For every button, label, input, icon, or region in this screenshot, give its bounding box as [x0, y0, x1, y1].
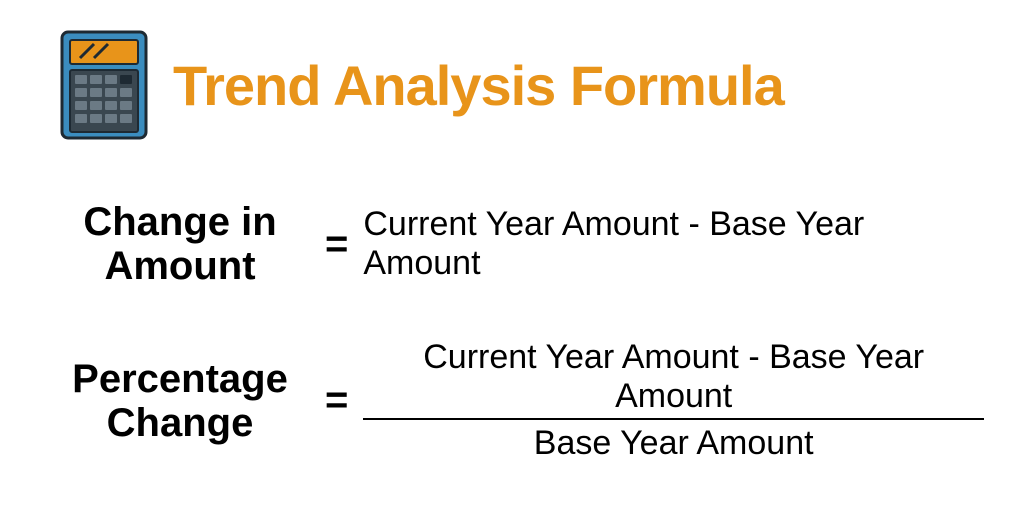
formula-expression: Current Year Amount - Base Year Amount [363, 205, 984, 283]
formula-fraction: Current Year Amount - Base Year Amount B… [363, 338, 984, 463]
fraction-denominator: Base Year Amount [534, 420, 814, 463]
calculator-icon [60, 30, 148, 140]
equals-sign: = [310, 222, 363, 267]
formula-label: Percentage Change [50, 357, 310, 445]
equals-sign: = [310, 378, 363, 423]
label-line-1: Percentage [72, 357, 288, 401]
formulas-container: Change in Amount = Current Year Amount -… [40, 200, 984, 463]
page-title: Trend Analysis Formula [173, 53, 784, 118]
formula-label: Change in Amount [50, 200, 310, 288]
header: Trend Analysis Formula [40, 30, 984, 140]
formula-change-in-amount: Change in Amount = Current Year Amount -… [50, 200, 984, 288]
label-line-1: Change in [83, 200, 276, 244]
fraction-numerator: Current Year Amount - Base Year Amount [363, 338, 984, 418]
label-line-2: Amount [104, 244, 255, 288]
label-line-2: Change [107, 401, 254, 445]
formula-percentage-change: Percentage Change = Current Year Amount … [50, 338, 984, 463]
